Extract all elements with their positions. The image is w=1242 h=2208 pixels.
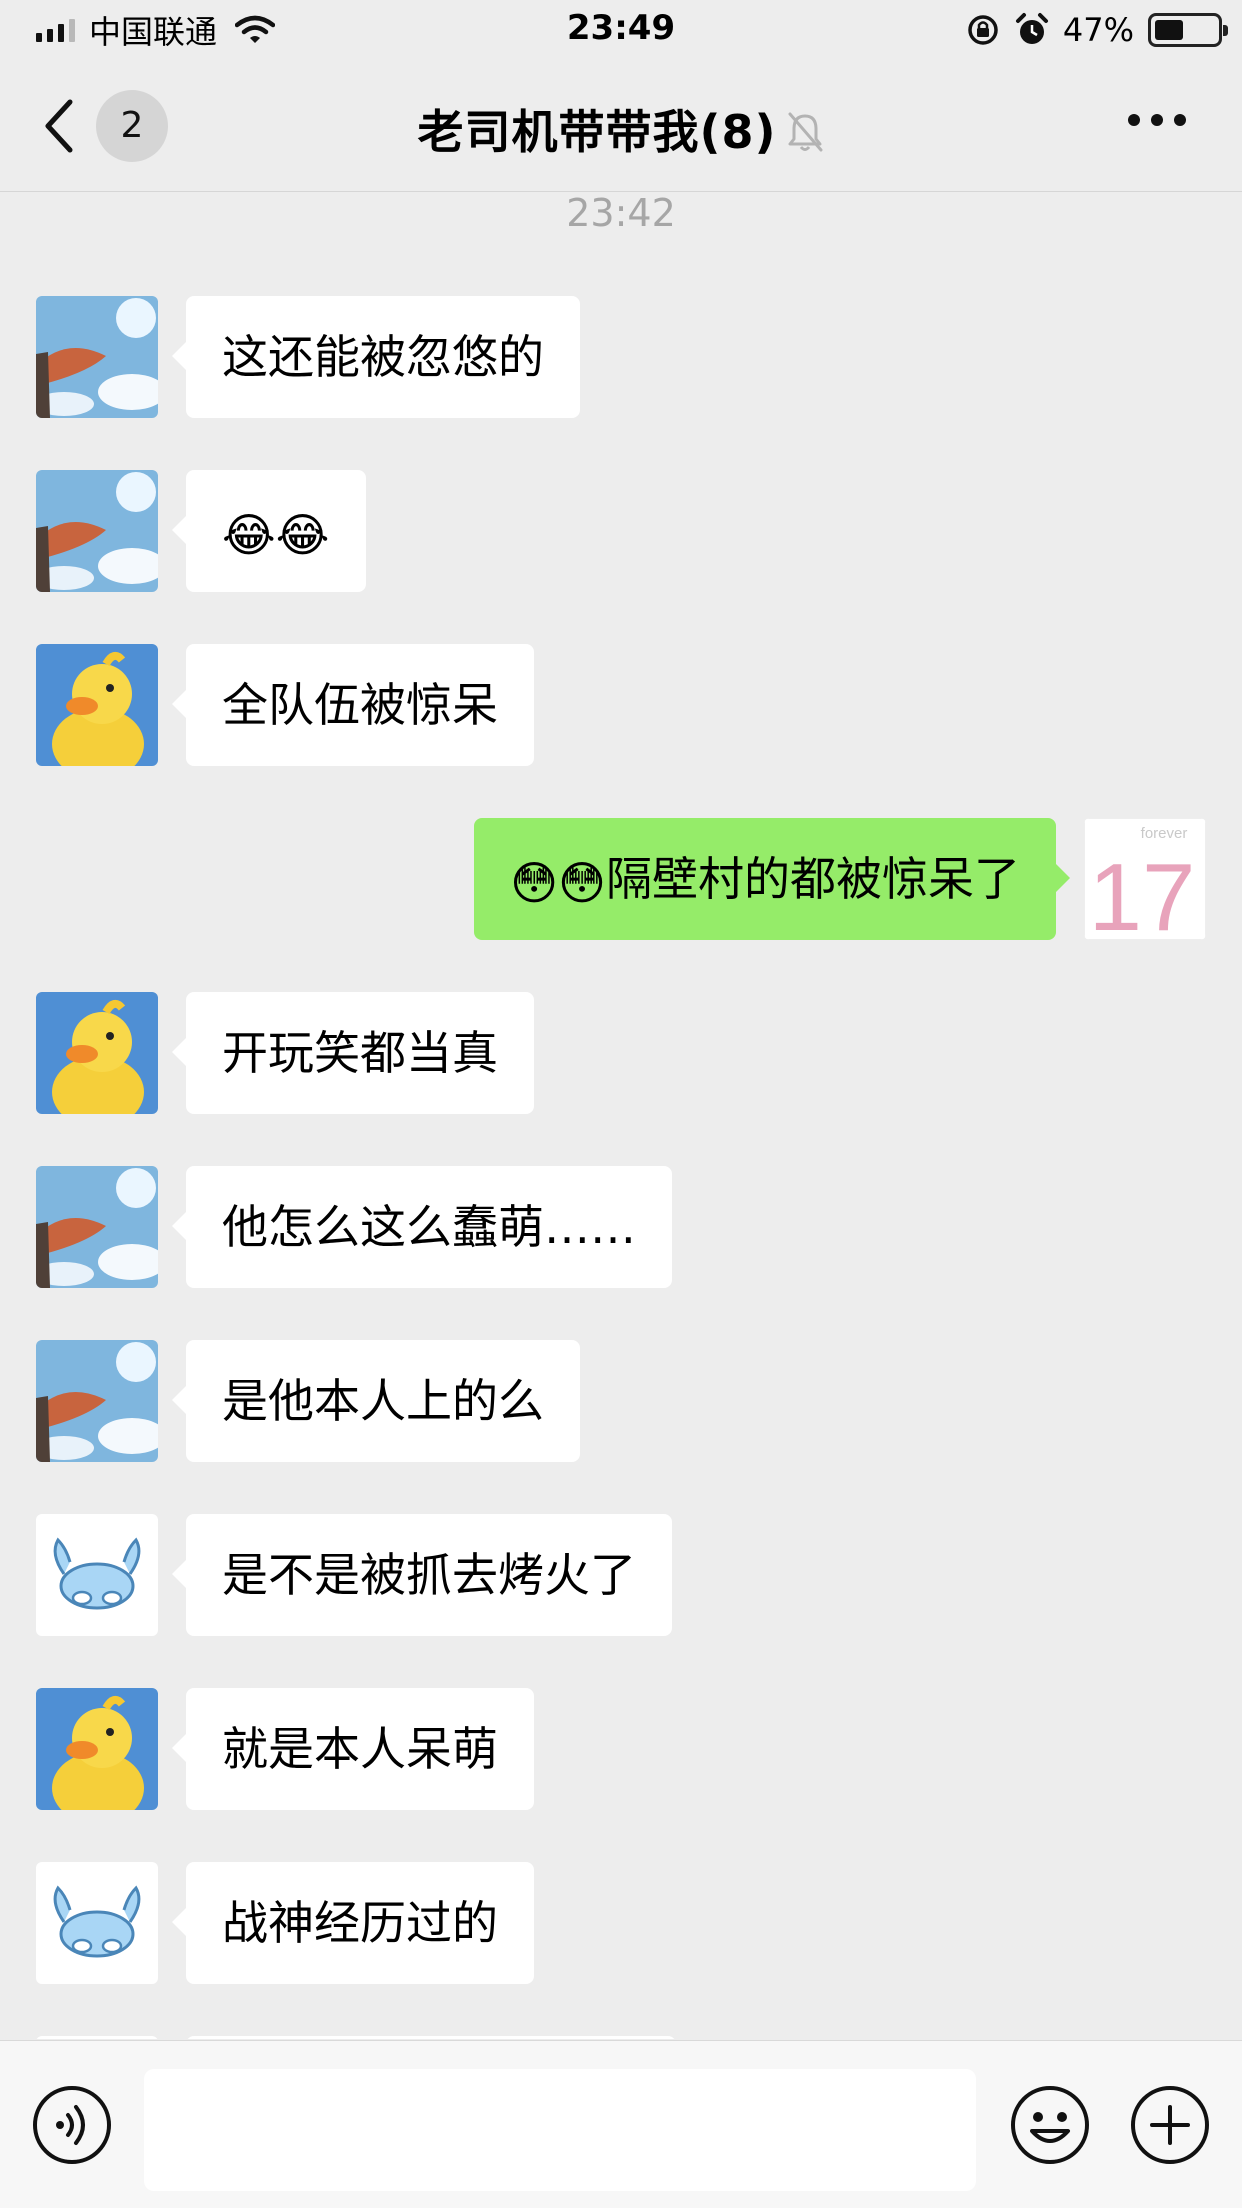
- status-right: 47%: [965, 10, 1228, 50]
- smiley-icon[interactable]: [1010, 2085, 1090, 2165]
- plus-icon[interactable]: [1130, 2085, 1210, 2165]
- message-row: 是不是被抓去烤火了: [0, 1512, 1242, 1636]
- battery-level-fill: [1155, 20, 1184, 40]
- message-text: 他怎么这么蠢萌……: [222, 1200, 636, 1254]
- message-bubble[interactable]: 😳😳隔壁村的都被惊呆了: [474, 818, 1070, 940]
- ellipsis-icon-dot: [1151, 114, 1163, 126]
- message-bubble[interactable]: 就是本人呆萌: [172, 1688, 534, 1810]
- message-row: 这还能被忽悠的: [0, 294, 1242, 418]
- message-row: 全队伍被惊呆: [0, 642, 1242, 766]
- chat-header: 2 老司机带带我(8): [0, 60, 1242, 192]
- message-row: 就是本人呆萌: [0, 1686, 1242, 1810]
- sky-avatar[interactable]: [36, 296, 158, 418]
- message-row: 战神经历过的: [0, 1860, 1242, 1984]
- ellipsis-icon-dot: [1174, 114, 1186, 126]
- message-row: 开玩笑都当真: [0, 990, 1242, 1114]
- rotation-lock-icon: [968, 15, 998, 45]
- duck-avatar[interactable]: [36, 992, 158, 1114]
- message-text: 战神经历过的: [222, 1896, 498, 1950]
- ellipsis-icon-dot: [1128, 114, 1140, 126]
- message-bubble[interactable]: 他怎么这么蠢萌……: [172, 1166, 672, 1288]
- chat-title-group[interactable]: 老司机带带我(8): [0, 96, 1242, 162]
- message-bubble-partial[interactable]: [186, 2036, 676, 2039]
- message-text: 全队伍被惊呆: [222, 678, 498, 732]
- emoji-flushed: 😳: [510, 855, 559, 910]
- message-text: 是不是被抓去烤火了: [222, 1548, 636, 1602]
- chat-title: 老司机带带我(8): [417, 105, 777, 159]
- message-text: 就是本人呆萌: [222, 1722, 498, 1776]
- avatar-small-text: forever: [1141, 825, 1188, 842]
- message-text: 隔壁村的都被惊呆了: [606, 852, 1020, 906]
- alarm-icon: [1015, 13, 1048, 44]
- message-row: forever 17 😳😳隔壁村的都被惊呆了: [0, 816, 1242, 940]
- message-bubble[interactable]: 全队伍被惊呆: [172, 644, 534, 766]
- avatar-partial[interactable]: [36, 2036, 158, 2039]
- duck-avatar[interactable]: [36, 1688, 158, 1810]
- message-bubble[interactable]: 开玩笑都当真: [172, 992, 534, 1114]
- avatar-big-text: 17: [1089, 844, 1196, 940]
- crab-avatar[interactable]: [36, 1514, 158, 1636]
- message-bubble[interactable]: 战神经历过的: [172, 1862, 534, 1984]
- crab-avatar[interactable]: [36, 1862, 158, 1984]
- message-bubble[interactable]: 这还能被忽悠的: [172, 296, 580, 418]
- emoji-flushed: 😳: [558, 855, 606, 910]
- message-timestamp: 23:42: [566, 193, 676, 235]
- battery-percent: 47%: [1062, 11, 1134, 49]
- message-text: 是他本人上的么: [222, 1374, 544, 1428]
- message-row: 😂😂: [0, 468, 1242, 592]
- emoji-laughing: 😂: [222, 507, 276, 562]
- duck-avatar[interactable]: [36, 644, 158, 766]
- bell-off-icon: [788, 112, 823, 152]
- input-bar: [0, 2040, 1242, 2208]
- message-row-partial: [0, 2034, 1242, 2039]
- status-bar: 中国联通 23:49 47%: [0, 0, 1242, 60]
- sky-avatar[interactable]: [36, 470, 158, 592]
- voice-icon[interactable]: [32, 2085, 112, 2165]
- message-input[interactable]: [144, 2069, 976, 2191]
- message-row: 是他本人上的么: [0, 1338, 1242, 1462]
- message-bubble[interactable]: 是他本人上的么: [172, 1340, 580, 1462]
- battery-icon: [1148, 13, 1228, 47]
- self-avatar[interactable]: forever 17: [1084, 818, 1206, 940]
- message-text: 这还能被忽悠的: [222, 330, 544, 384]
- sky-avatar[interactable]: [36, 1340, 158, 1462]
- more-options-button[interactable]: [1128, 114, 1186, 126]
- message-text: 开玩笑都当真: [222, 1026, 498, 1080]
- message-list[interactable]: 23:42 这还能被忽悠的 😂😂 全队伍被惊呆 forever 17 😳😳隔壁村…: [0, 193, 1242, 2039]
- sky-avatar[interactable]: [36, 1166, 158, 1288]
- emoji-laughing: 😂: [275, 507, 330, 562]
- message-bubble[interactable]: 是不是被抓去烤火了: [172, 1514, 672, 1636]
- message-row: 他怎么这么蠢萌……: [0, 1164, 1242, 1288]
- message-bubble[interactable]: 😂😂: [172, 470, 366, 592]
